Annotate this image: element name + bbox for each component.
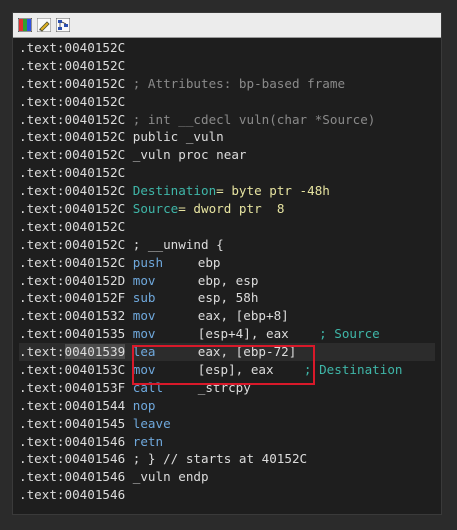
listing-line[interactable]: .text:0040152C public _vuln: [19, 128, 435, 146]
line-comment: ; Attributes: bp-based frame: [132, 75, 346, 91]
address: .text:0040152F: [19, 290, 126, 306]
address: .text:00401546: [19, 469, 126, 485]
listing-line[interactable]: .text:00401546: [19, 486, 435, 504]
listing-line[interactable]: .text:0040153C mov [esp], eax ; Destinati…: [19, 361, 435, 379]
address: .text:00401546: [19, 433, 126, 449]
mnemonic: retn: [132, 433, 164, 449]
address: .text:0040152C: [19, 111, 126, 127]
local-var-def: = byte ptr -48h: [216, 183, 330, 199]
mnemonic: nop: [132, 397, 156, 413]
inline-comment: ; Destination: [303, 362, 403, 378]
operands: eax, [ebp+8]: [197, 308, 289, 324]
inline-comment: ; Source: [319, 326, 380, 342]
operands: ebp, esp: [197, 272, 259, 288]
line-text: _vuln endp: [132, 469, 209, 485]
local-var-name: Destination: [132, 183, 217, 199]
mnemonic: lea: [132, 344, 156, 360]
line-text: public _vuln: [132, 129, 224, 145]
listing-line[interactable]: .text:00401546 ; } // starts at 40152C: [19, 450, 435, 468]
palette-icon[interactable]: [17, 17, 33, 33]
mnemonic: mov: [132, 326, 156, 342]
listing-line[interactable]: .text:0040152D mov ebp, esp: [19, 272, 435, 290]
listing-line[interactable]: .text:0040152C Destination= byte ptr -48…: [19, 182, 435, 200]
listing-line[interactable]: .text:00401532 mov eax, [ebp+8]: [19, 307, 435, 325]
address: .text:0040152C: [19, 236, 126, 252]
listing-line[interactable]: .text:00401539 lea eax, [ebp-72]: [19, 343, 435, 362]
disassembly-window: .text:0040152C .text:0040152C .text:0040…: [12, 12, 442, 515]
line-text: ; } // starts at 40152C: [132, 451, 308, 467]
operands: _strcpy: [197, 379, 251, 395]
local-var-name: Source: [132, 201, 179, 217]
address: .text:00401546: [19, 487, 126, 503]
line-text: _vuln proc near: [132, 147, 247, 163]
listing-line[interactable]: .text:0040152C Source= dword ptr 8: [19, 200, 435, 218]
listing-line[interactable]: .text:0040153F call _strcpy: [19, 379, 435, 397]
address: .text:0040152C: [19, 254, 126, 270]
mnemonic: push: [132, 254, 164, 270]
address: .text:0040152C: [19, 183, 126, 199]
operands: eax, [ebp-72]: [197, 344, 297, 360]
address: .text:0040152D: [19, 272, 126, 288]
address: .text:00401546: [19, 451, 126, 467]
listing-line[interactable]: .text:00401546 retn: [19, 433, 435, 451]
listing-line[interactable]: .text:0040152C push ebp: [19, 254, 435, 272]
mnemonic: sub: [132, 290, 156, 306]
operands: [esp+4], eax: [197, 326, 289, 342]
graph-icon[interactable]: [55, 17, 71, 33]
address: .text:0040153C: [19, 362, 126, 378]
listing-line[interactable]: .text:0040152C: [19, 57, 435, 75]
listing-line[interactable]: .text:0040152C: [19, 93, 435, 111]
address: .text:0040152C: [19, 57, 126, 73]
address: .text:0040153F: [19, 379, 126, 395]
address: .text:00401545: [19, 415, 126, 431]
address-segment: .text:: [19, 344, 65, 360]
listing-line[interactable]: .text:0040152F sub esp, 58h: [19, 289, 435, 307]
address: .text:0040152C: [19, 93, 126, 109]
address: .text:0040152C: [19, 129, 126, 145]
address: .text:0040152C: [19, 147, 126, 163]
address: .text:00401532: [19, 308, 126, 324]
toolbar: [13, 13, 441, 38]
mnemonic: mov: [132, 272, 156, 288]
operands: ebp: [197, 254, 221, 270]
listing-line[interactable]: .text:0040152C ; int __cdecl vuln(char *…: [19, 111, 435, 129]
mnemonic: leave: [132, 415, 171, 431]
address: .text:0040152C: [19, 75, 126, 91]
disassembly-listing[interactable]: .text:0040152C .text:0040152C .text:0040…: [19, 39, 435, 510]
local-var-def: = dword ptr 8: [178, 201, 285, 217]
address: .text:0040152C: [19, 40, 126, 55]
mnemonic: mov: [132, 362, 156, 378]
listing-line[interactable]: .text:00401545 leave: [19, 415, 435, 433]
address: .text:0040152C: [19, 201, 126, 217]
address: .text:00401535: [19, 326, 126, 342]
operands: esp, 58h: [197, 290, 259, 306]
address: .text:00401544: [19, 397, 126, 413]
listing-line[interactable]: .text:00401535 mov [esp+4], eax ; Source: [19, 325, 435, 343]
listing-line[interactable]: .text:0040152C: [19, 218, 435, 236]
operands: [esp], eax: [197, 362, 274, 378]
line-comment: ; int __cdecl vuln(char *Source): [132, 111, 376, 127]
listing-line[interactable]: .text:0040152C ; Attributes: bp-based fr…: [19, 75, 435, 93]
mnemonic: call: [132, 379, 164, 395]
address: .text:0040152C: [19, 218, 126, 234]
line-text: ; __unwind {: [132, 236, 224, 252]
address: .text:0040152C: [19, 165, 126, 181]
listing-line[interactable]: .text:0040152C ; __unwind {: [19, 236, 435, 254]
pencil-icon[interactable]: [36, 17, 52, 33]
listing-line[interactable]: .text:0040152C _vuln proc near: [19, 146, 435, 164]
mnemonic: mov: [132, 308, 156, 324]
listing-line[interactable]: .text:00401544 nop: [19, 397, 435, 415]
listing-line[interactable]: .text:0040152C: [19, 39, 435, 57]
listing-line[interactable]: .text:0040152C: [19, 164, 435, 182]
address-value: 00401539: [64, 344, 126, 360]
listing-line[interactable]: .text:00401546 _vuln endp: [19, 468, 435, 486]
